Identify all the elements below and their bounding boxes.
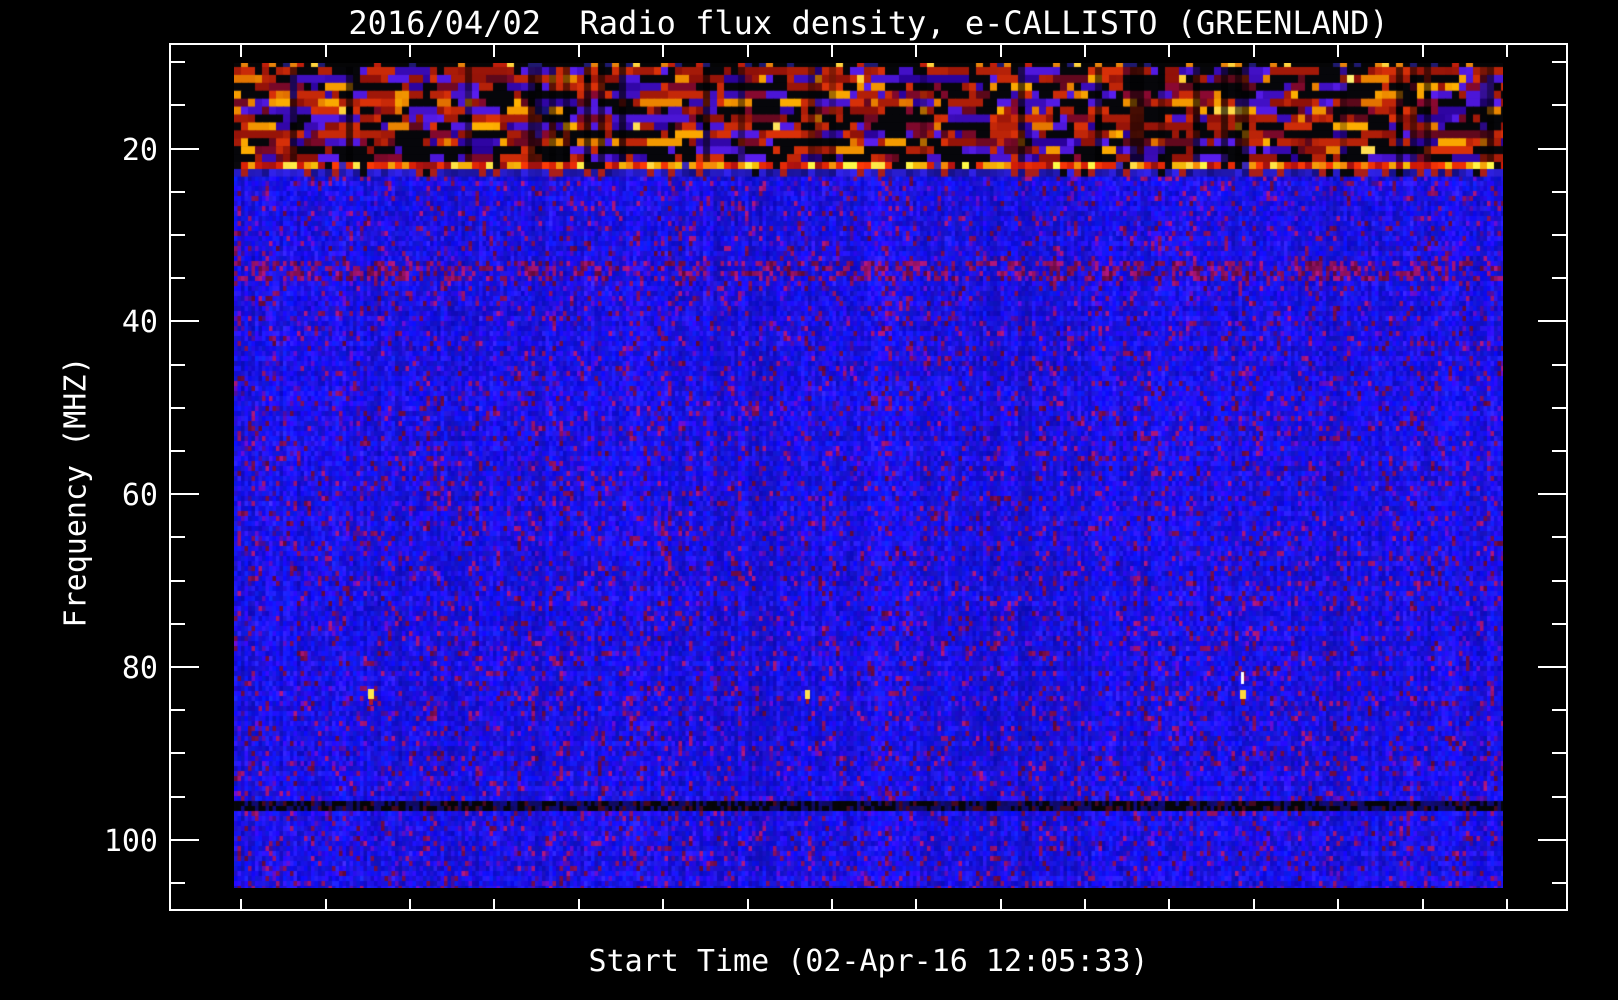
x-minor-tick — [324, 899, 327, 909]
x-minor-tick — [1505, 899, 1508, 909]
y-major-tick — [171, 666, 199, 669]
y-minor-tick — [171, 277, 185, 280]
y-axis-label: Frequency (MHZ) — [58, 356, 94, 628]
y-minor-tick — [171, 752, 185, 755]
y-major-tick — [1538, 147, 1566, 150]
x-minor-tick — [662, 899, 665, 909]
spectrogram-page: 2016/04/02 Radio flux density, e-CALLIST… — [0, 0, 1618, 1000]
y-major-tick — [1538, 666, 1566, 669]
y-minor-tick — [171, 450, 185, 453]
y-tick-label: 60 — [121, 478, 158, 514]
y-minor-tick — [171, 709, 185, 712]
y-minor-tick — [1552, 882, 1566, 885]
x-minor-tick — [999, 899, 1002, 909]
y-minor-tick — [171, 61, 185, 64]
x-minor-tick — [1337, 899, 1340, 909]
x-minor-tick — [240, 45, 243, 57]
y-minor-tick — [1552, 363, 1566, 366]
y-minor-tick — [171, 234, 185, 237]
y-minor-tick — [1552, 752, 1566, 755]
y-minor-tick — [171, 882, 185, 885]
y-minor-tick — [1552, 406, 1566, 409]
y-tick-label: 100 — [103, 823, 158, 859]
y-minor-tick — [1552, 579, 1566, 582]
x-minor-tick — [409, 45, 412, 57]
chart-title: 2016/04/02 Radio flux density, e-CALLIST… — [348, 4, 1389, 42]
x-minor-tick — [1252, 45, 1255, 57]
y-major-tick — [1538, 838, 1566, 841]
y-minor-tick — [171, 363, 185, 366]
y-minor-tick — [1552, 450, 1566, 453]
y-major-tick — [1538, 493, 1566, 496]
x-minor-tick — [915, 899, 918, 909]
x-minor-tick — [999, 45, 1002, 57]
y-minor-tick — [1552, 709, 1566, 712]
x-minor-tick — [746, 45, 749, 57]
y-minor-tick — [1552, 536, 1566, 539]
x-minor-tick — [746, 899, 749, 909]
y-major-tick — [1538, 320, 1566, 323]
plot-frame — [169, 43, 1568, 911]
y-minor-tick — [1552, 190, 1566, 193]
y-major-tick — [171, 838, 199, 841]
y-minor-tick — [1552, 795, 1566, 798]
x-minor-tick — [915, 45, 918, 57]
x-minor-tick — [830, 45, 833, 57]
x-minor-tick — [493, 899, 496, 909]
y-major-tick — [171, 320, 199, 323]
y-minor-tick — [171, 579, 185, 582]
x-minor-tick — [1084, 899, 1087, 909]
x-minor-tick — [662, 45, 665, 57]
x-minor-tick — [1084, 45, 1087, 57]
y-major-tick — [171, 147, 199, 150]
y-minor-tick — [171, 190, 185, 193]
x-minor-tick — [1168, 45, 1171, 57]
y-minor-tick — [171, 795, 185, 798]
x-minor-tick — [577, 899, 580, 909]
x-minor-tick — [1421, 45, 1424, 57]
x-minor-tick — [1505, 45, 1508, 57]
y-tick-label: 20 — [121, 132, 158, 168]
x-minor-tick — [1252, 899, 1255, 909]
x-minor-tick — [577, 45, 580, 57]
x-minor-tick — [493, 45, 496, 57]
y-minor-tick — [171, 406, 185, 409]
x-minor-tick — [324, 45, 327, 57]
x-minor-tick — [1421, 899, 1424, 909]
x-axis-label: Start Time (02-Apr-16 12:05:33) — [588, 944, 1149, 979]
x-minor-tick — [1337, 45, 1340, 57]
x-minor-tick — [240, 899, 243, 909]
y-minor-tick — [1552, 61, 1566, 64]
x-minor-tick — [830, 899, 833, 909]
y-major-tick — [171, 493, 199, 496]
y-tick-label: 40 — [121, 305, 158, 341]
y-tick-label: 80 — [121, 651, 158, 687]
y-minor-tick — [171, 622, 185, 625]
x-minor-tick — [409, 899, 412, 909]
y-minor-tick — [1552, 234, 1566, 237]
y-minor-tick — [1552, 104, 1566, 107]
y-minor-tick — [171, 536, 185, 539]
y-minor-tick — [1552, 622, 1566, 625]
y-minor-tick — [1552, 277, 1566, 280]
x-minor-tick — [1168, 899, 1171, 909]
y-minor-tick — [171, 104, 185, 107]
